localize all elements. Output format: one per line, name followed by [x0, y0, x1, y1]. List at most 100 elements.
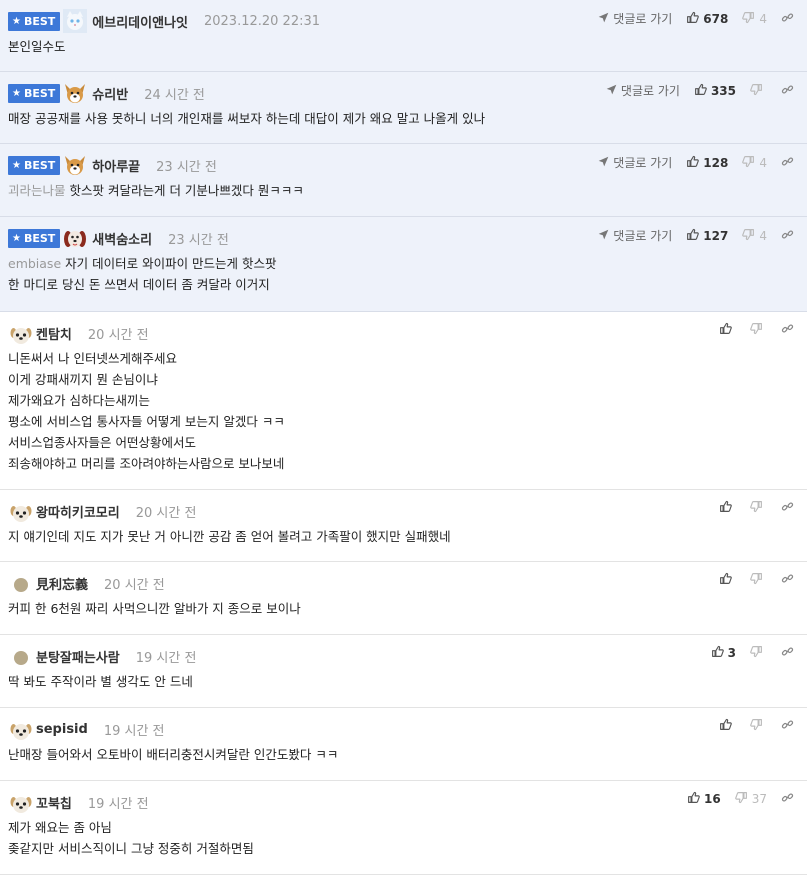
share-link-button[interactable] — [781, 322, 798, 338]
comment-text: 핫스팟 켜달라는게 더 기분나쁘겠다 뭔ㅋㅋㅋ — [69, 183, 304, 198]
downvote-button[interactable] — [750, 572, 767, 588]
downvote-button[interactable]: 4 — [742, 155, 767, 171]
best-comment: ★ BEST 하아루끝 23 시간 전 댓글로 가기 128 4 괴라는나물 핫스팟 켜달라는게… — [0, 144, 807, 217]
downvote-button[interactable] — [750, 322, 767, 338]
upvote-button[interactable]: 3 — [711, 645, 736, 661]
thumbs-down-icon — [750, 83, 767, 99]
thumbs-down-icon — [742, 155, 759, 171]
reply-target-nick[interactable]: embiase — [8, 256, 61, 271]
dog-avatar-icon[interactable] — [63, 153, 87, 177]
comment-line: 니돈써서 나 인터넷쓰게해주세요 — [8, 348, 807, 369]
nickname[interactable]: 분탕잘패는사람 — [36, 647, 120, 666]
puppy-avatar-icon[interactable] — [9, 323, 32, 344]
comment-line: 딱 봐도 주작이라 별 생각도 안 드네 — [8, 671, 807, 692]
upvote-button[interactable] — [719, 718, 736, 734]
upvote-button[interactable]: 335 — [694, 83, 736, 99]
comment-text: 커피 한 6천원 짜리 사먹으니깐 알바가 지 종으로 보이나 — [8, 601, 301, 616]
go-to-reply-link[interactable]: 댓글로 가기 — [606, 82, 680, 99]
upvote-button[interactable] — [719, 572, 736, 588]
downvote-button[interactable] — [750, 645, 767, 661]
comment-actions — [705, 500, 798, 516]
comment-text: 좆같지만 서비스직이니 그냥 정중히 거절하면됨 — [8, 841, 254, 856]
best-label: BEST — [23, 158, 56, 172]
comment-body: 제가 왜요는 좀 아님좆같지만 서비스직이니 그냥 정중히 거절하면됨 — [8, 814, 807, 867]
nickname[interactable]: 꼬북칩 — [36, 793, 72, 812]
share-link-button[interactable] — [781, 228, 798, 244]
downvote-button[interactable] — [750, 83, 767, 99]
nickname[interactable]: 見利忘義 — [36, 574, 88, 593]
go-to-reply-link[interactable]: 댓글로 가기 — [598, 227, 672, 244]
comment-text: 자기 데이터로 와이파이 만드는게 핫스팟 — [65, 256, 277, 271]
share-link-button[interactable] — [781, 500, 798, 516]
send-icon — [606, 84, 621, 98]
link-icon — [781, 155, 798, 171]
thumbs-down-icon — [750, 645, 767, 661]
share-link-button[interactable] — [781, 791, 798, 807]
upvote-button[interactable] — [719, 500, 736, 516]
default-avatar-icon[interactable] — [9, 573, 29, 593]
upvote-count: 128 — [703, 155, 729, 170]
go-to-reply-link[interactable]: 댓글로 가기 — [598, 10, 672, 27]
downvote-button[interactable]: 37 — [734, 791, 767, 807]
comment-actions: 댓글로 가기 678 4 — [598, 10, 798, 27]
share-link-button[interactable] — [781, 155, 798, 171]
thumbs-up-icon — [686, 11, 703, 27]
go-to-reply-link[interactable]: 댓글로 가기 — [598, 154, 672, 171]
dog-avatar-icon[interactable] — [63, 226, 87, 250]
puppy-avatar-icon[interactable] — [9, 501, 32, 522]
reply-target-nick[interactable]: 괴라는나물 — [8, 183, 66, 198]
link-icon — [781, 791, 798, 807]
comment-text: 서비스업종사자들은 어떤상황에서도 — [8, 435, 196, 450]
nickname[interactable]: 왕따히키코모리 — [36, 502, 120, 521]
comment-line: 난매장 들어와서 오토바이 배터리충전시켜달란 인간도봤다 ㅋㅋ — [8, 744, 807, 765]
comment-meta: 見利忘義 20 시간 전 — [8, 571, 807, 595]
share-link-button[interactable] — [781, 645, 798, 661]
share-link-button[interactable] — [781, 11, 798, 27]
share-link-button[interactable] — [781, 718, 798, 734]
thumbs-up-icon — [719, 572, 736, 588]
nickname[interactable]: 에브리데이앤나잇 — [92, 12, 188, 31]
comment-line: 제가 왜요는 좀 아님 — [8, 817, 807, 838]
nickname[interactable]: 슈리반 — [92, 84, 128, 103]
comment-line: 이게 강패새끼지 뭔 손님이냐 — [8, 369, 807, 390]
comment: sepisid 19 시간 전 난매장 들어와서 오토바이 배터리충전시켜달란 인간… — [0, 708, 807, 781]
comment-body: 괴라는나물 핫스팟 켜달라는게 더 기분나쁘겠다 뭔ㅋㅋㅋ — [8, 177, 807, 209]
nickname[interactable]: sepisid — [36, 722, 88, 737]
dog-avatar-icon[interactable] — [63, 81, 87, 105]
share-link-button[interactable] — [781, 83, 798, 99]
upvote-button[interactable]: 128 — [686, 155, 728, 171]
cat-avatar-icon[interactable] — [63, 9, 88, 33]
comment-text: 매장 공공재를 사용 못하니 너의 개인재를 써보자 하는데 대답이 제가 왜요… — [8, 111, 486, 126]
downvote-button[interactable]: 4 — [742, 11, 767, 27]
default-avatar-icon[interactable] — [9, 646, 29, 666]
puppy-avatar-icon[interactable] — [9, 792, 32, 813]
downvote-button[interactable] — [750, 500, 767, 516]
timestamp: 2023.12.20 22:31 — [203, 13, 321, 29]
downvote-button[interactable]: 4 — [742, 228, 767, 244]
upvote-button[interactable] — [719, 322, 736, 338]
comment: 왕따히키코모리 20 시간 전지 얘기인데 지도 지가 못난 거 아니깐 공감 좀… — [0, 490, 807, 562]
comment-line: 괴라는나물 핫스팟 켜달라는게 더 기분나쁘겠다 뭔ㅋㅋㅋ — [8, 180, 807, 201]
thumbs-down-icon — [750, 572, 767, 588]
reply-link-label: 댓글로 가기 — [620, 84, 680, 98]
thumbs-up-icon — [719, 322, 736, 338]
share-link-button[interactable] — [781, 572, 798, 588]
upvote-button[interactable]: 127 — [686, 228, 728, 244]
comment: 꼬북칩 19 시간 전 16 37 제가 왜요는 좀 아님 좆같지만 서비스직이니 그냥 … — [0, 781, 807, 875]
comment-line: 지 얘기인데 지도 지가 못난 거 아니깐 공감 좀 얻어 볼려고 가족팔이 했… — [8, 526, 807, 547]
comment: 見利忘義 20 시간 전커피 한 6천원 짜리 사먹으니깐 알바가 지 종으로 보… — [0, 562, 807, 635]
comment-text: 평소에 서비스업 통사자들 어떻게 보는지 알겠다 ㅋㅋ — [8, 414, 285, 429]
upvote-count: 678 — [703, 11, 729, 26]
timestamp: 23 시간 전 — [168, 232, 229, 248]
comment-line: 커피 한 6천원 짜리 사먹으니깐 알바가 지 종으로 보이나 — [8, 598, 807, 619]
puppy-avatar-icon[interactable] — [9, 719, 32, 740]
upvote-button[interactable]: 678 — [686, 11, 728, 27]
nickname[interactable]: 하아루끝 — [92, 156, 140, 175]
thumbs-down-icon — [750, 718, 767, 734]
upvote-button[interactable]: 16 — [687, 791, 721, 807]
comment-body: 커피 한 6천원 짜리 사먹으니깐 알바가 지 종으로 보이나 — [8, 595, 807, 627]
downvote-button[interactable] — [750, 718, 767, 734]
send-icon — [598, 229, 613, 243]
nickname[interactable]: 켄탐치 — [36, 324, 72, 343]
nickname[interactable]: 새벽숨소리 — [92, 229, 152, 248]
